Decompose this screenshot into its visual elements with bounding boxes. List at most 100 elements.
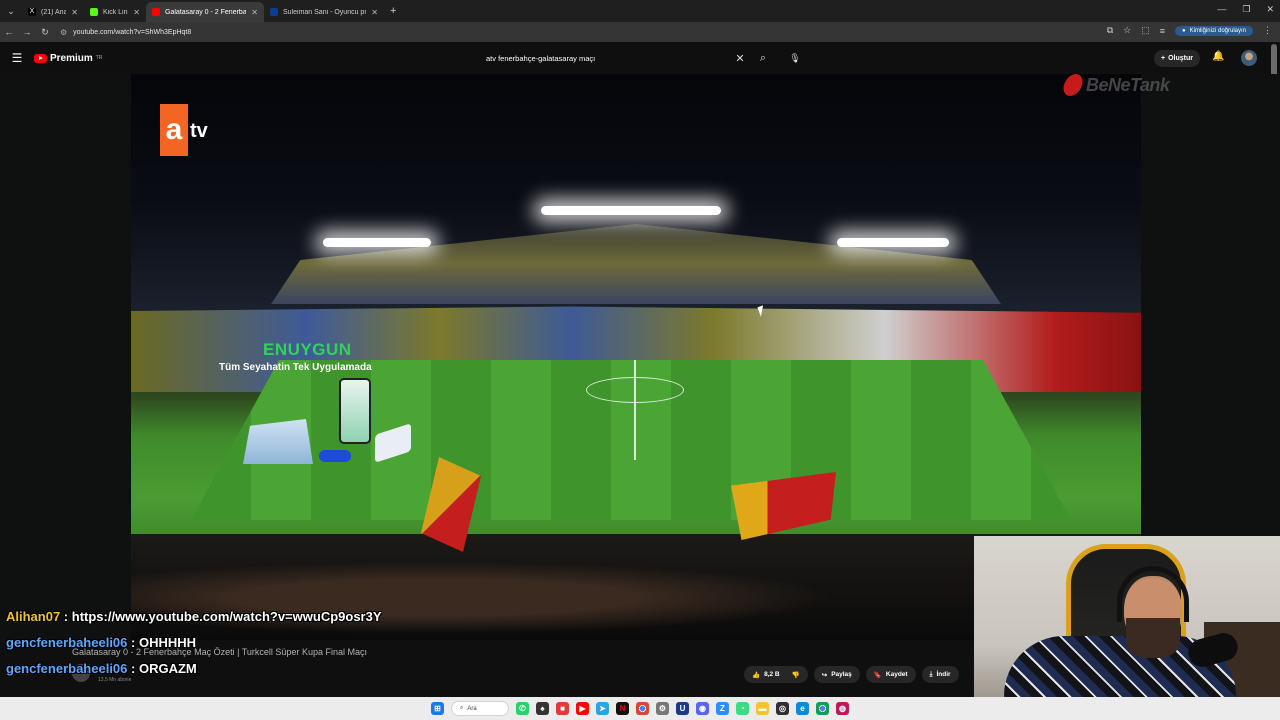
chat-username: gencfenerbaheeli06 bbox=[6, 635, 128, 650]
window-controls: — ❐ ✕ bbox=[1217, 4, 1274, 15]
chat-username: gencfenerbaheeli06 bbox=[6, 661, 128, 676]
maximize-icon[interactable]: ❐ bbox=[1242, 4, 1250, 15]
windows-start-icon[interactable]: ⊞ bbox=[431, 702, 444, 715]
settings-icon[interactable]: ⚙ bbox=[656, 702, 669, 715]
discord-icon[interactable]: ◉ bbox=[696, 702, 709, 715]
chat-separator: : bbox=[127, 661, 139, 676]
center-circle bbox=[586, 377, 684, 403]
extensions-icon[interactable]: ⬚ bbox=[1141, 25, 1150, 36]
close-tab-icon[interactable]: ✕ bbox=[71, 8, 78, 17]
site-info-icon[interactable]: ⚙ bbox=[60, 28, 67, 37]
netflix-icon[interactable]: N bbox=[616, 702, 629, 715]
minimize-icon[interactable]: — bbox=[1217, 4, 1226, 15]
watermark-logo-icon bbox=[1061, 74, 1085, 96]
tab-kick[interactable]: Kick Link ✕ bbox=[84, 2, 146, 22]
edge-icon[interactable]: e bbox=[796, 702, 809, 715]
share-icon: ↪ bbox=[821, 671, 828, 679]
youtube-favicon-icon bbox=[152, 8, 160, 16]
thumbs-down-icon[interactable]: 👎 bbox=[792, 671, 800, 679]
chrome-alt-icon[interactable] bbox=[816, 702, 829, 715]
reload-icon[interactable]: ↻ bbox=[36, 27, 54, 38]
search-input[interactable] bbox=[480, 48, 730, 68]
chat-message: gencfenerbaheeli06 : OHHHHH bbox=[6, 630, 382, 656]
halfway-line bbox=[634, 360, 636, 460]
share-button[interactable]: ↪ Paylaş bbox=[813, 666, 860, 683]
clear-search-icon[interactable]: ✕ bbox=[730, 52, 750, 65]
close-tab-icon[interactable]: ✕ bbox=[251, 8, 258, 17]
tab-galatasaray[interactable]: Galatasaray 0 - 2 Fenerbahçe Maç ✕ bbox=[146, 2, 264, 22]
bookmark-icon: 🔖 bbox=[873, 671, 882, 679]
x-icon: X bbox=[28, 8, 36, 16]
streamer-beard bbox=[1126, 618, 1180, 658]
download-icon: ⤓ bbox=[929, 670, 933, 678]
streamer-webcam bbox=[974, 536, 1280, 720]
floodlight bbox=[323, 238, 431, 247]
tab-anas[interactable]: X (21) Anas ✕ bbox=[22, 2, 84, 22]
android-icon[interactable]: ◔ bbox=[736, 702, 749, 715]
sponsor-ad-subtitle: Tüm Seyahatin Tek Uygulamada bbox=[219, 362, 372, 373]
chat-separator: : bbox=[127, 635, 139, 650]
obs-icon[interactable]: ◎ bbox=[776, 702, 789, 715]
thumbs-up-icon: 👍 bbox=[752, 671, 761, 679]
close-tab-icon[interactable]: ✕ bbox=[371, 8, 378, 17]
taskbar-search[interactable]: ⌕ Ara bbox=[451, 701, 509, 716]
youtube-header: ☰ Premium TR ✕ ⌕ 🎙 + Oluştur 🔔 bbox=[0, 42, 1280, 74]
verify-identity-button[interactable]: ● Kimliğinizi doğrulayın bbox=[1175, 25, 1253, 36]
search-icon: ⌕ bbox=[460, 705, 464, 711]
red-app-icon[interactable]: ■ bbox=[556, 702, 569, 715]
sponsor-ad-title: ENUYGUN bbox=[263, 340, 352, 359]
notifications-bell-icon[interactable]: 🔔 bbox=[1212, 51, 1224, 62]
youtube-logo[interactable]: Premium TR bbox=[34, 53, 102, 64]
voice-search-icon[interactable]: 🎙 bbox=[786, 49, 804, 67]
save-button[interactable]: 🔖 Kaydet bbox=[865, 666, 916, 683]
phone-graphic bbox=[339, 378, 371, 444]
zoom-icon[interactable]: Z bbox=[716, 702, 729, 715]
search-bar: ✕ ⌕ bbox=[480, 47, 776, 69]
tab-search-icon[interactable]: ⌄ bbox=[0, 0, 22, 22]
forward-icon[interactable]: → bbox=[18, 27, 36, 37]
telegram-icon[interactable]: ➤ bbox=[596, 702, 609, 715]
floodlight bbox=[837, 238, 949, 247]
hamburger-menu-icon[interactable]: ☰ bbox=[0, 51, 34, 65]
back-icon[interactable]: ← bbox=[0, 27, 18, 37]
like-button[interactable]: 👍 8,2 B 👎 bbox=[744, 666, 808, 683]
omnibox[interactable]: ⚙ youtube.com/watch?v=ShWh3EpHqt8 bbox=[60, 24, 1080, 40]
close-tab-icon[interactable]: ✕ bbox=[133, 8, 140, 17]
new-tab-icon[interactable]: + bbox=[390, 5, 396, 17]
url-text[interactable]: youtube.com/watch?v=ShWh3EpHqt8 bbox=[73, 29, 191, 36]
floodlight bbox=[541, 206, 721, 215]
chat-separator: : bbox=[60, 609, 72, 624]
media-icon[interactable]: ≡ bbox=[1160, 26, 1165, 36]
chrome-icon[interactable] bbox=[636, 702, 649, 715]
install-app-icon[interactable]: ⧉ bbox=[1107, 25, 1113, 36]
browser-tab-strip: ⌄ X (21) Anas ✕ Kick Link ✕ Galatasaray … bbox=[0, 0, 1280, 22]
chat-username: Alihan07 bbox=[6, 609, 61, 624]
chat-text: https://www.youtube.com/watch?v=wwuCp9os… bbox=[71, 609, 382, 624]
create-button[interactable]: + Oluştur bbox=[1154, 50, 1200, 67]
chat-text: OHHHHH bbox=[138, 635, 197, 650]
stadium-roof bbox=[271, 224, 1001, 304]
youtube-icon[interactable]: ▶ bbox=[576, 702, 589, 715]
search-icon[interactable]: ⌕ bbox=[750, 52, 776, 65]
tab-suleiman[interactable]: Suleiman Sani - Oyuncu profili ✕ bbox=[264, 2, 384, 22]
youtube-play-icon bbox=[34, 53, 47, 63]
menu-dots-icon[interactable]: ⋮ bbox=[1263, 25, 1272, 36]
video-actions: 👍 8,2 B 👎 ↪ Paylaş 🔖 Kaydet ⤓ İndir bbox=[744, 666, 959, 683]
download-button[interactable]: ⤓ İndir bbox=[921, 666, 959, 683]
plus-icon: + bbox=[1161, 55, 1166, 62]
chat-message: Alihan07 : https://www.youtube.com/watch… bbox=[6, 604, 382, 630]
kick-icon bbox=[90, 8, 98, 16]
close-window-icon[interactable]: ✕ bbox=[1266, 4, 1274, 15]
address-bar-row: ← → ↻ ⚙ youtube.com/watch?v=ShWh3EpHqt8 … bbox=[0, 22, 1280, 42]
chat-message: gencfenerbaheeli06 : ORGAZM bbox=[6, 656, 382, 682]
vpn-icon[interactable]: U bbox=[676, 702, 689, 715]
whatsapp-icon[interactable]: ✆ bbox=[516, 702, 529, 715]
account-avatar[interactable] bbox=[1241, 50, 1257, 66]
game-icon[interactable]: ♠ bbox=[536, 702, 549, 715]
steam-icon[interactable]: ◍ bbox=[836, 702, 849, 715]
folder-icon[interactable]: ▬ bbox=[756, 702, 769, 715]
hotel-graphic bbox=[243, 419, 313, 464]
profile-icon: ● bbox=[1182, 27, 1186, 34]
streamer-watermark: BeNeTank bbox=[1061, 74, 1170, 96]
bookmark-star-icon[interactable]: ☆ bbox=[1123, 25, 1131, 36]
